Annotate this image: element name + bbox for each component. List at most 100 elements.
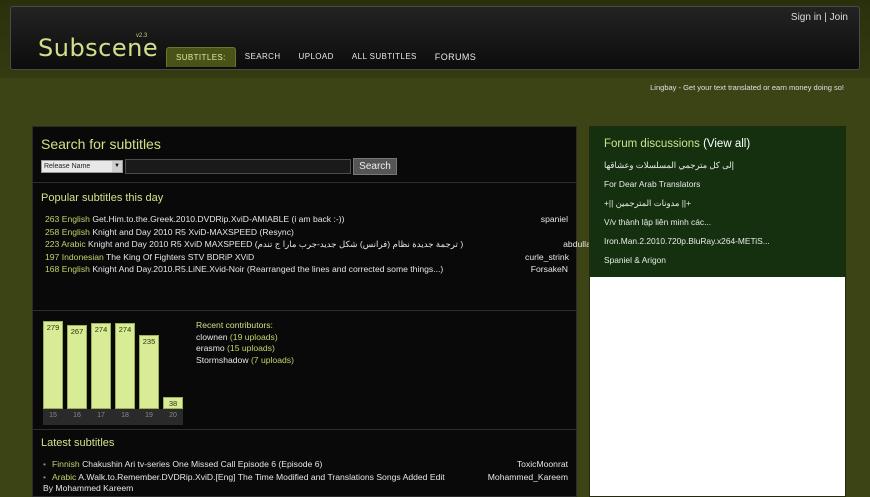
popular-list: 263 English Get.Him.to.the.Greek.2010.DV… <box>45 213 639 288</box>
forum-link-list: إلى كل مترجمي المسلسلات وعشاقها For Dear… <box>604 159 839 273</box>
contributor-item[interactable]: Stormshadow (7 uploads) <box>196 355 294 367</box>
lingbay-ad-link[interactable]: Lingbay - Get your text translated or ea… <box>650 83 844 92</box>
download-count: 223 <box>45 239 60 249</box>
bar-value-label: 38 <box>168 399 178 408</box>
upload-bar <box>115 323 135 409</box>
bar-value-label: 267 <box>70 327 84 336</box>
subtitle-title[interactable]: Knight and Day 2010 R5 XviD-MAXSPEED (Re… <box>92 227 294 237</box>
forum-heading: Forum discussions (View all) <box>604 138 750 150</box>
upload-bar <box>91 323 111 409</box>
forum-thread-link[interactable]: Iron.Man.2.2010.720p.BluRay.x264-METiS..… <box>604 235 839 254</box>
download-count: 258 <box>45 226 60 237</box>
download-count: 197 <box>45 251 60 262</box>
divider <box>33 429 576 430</box>
subtitle-title[interactable]: Get.Him.to.the.Greek.2010.DVDRip.XviD-AM… <box>92 214 344 224</box>
nav-upload[interactable]: UPLOAD <box>290 47 343 67</box>
uploader-link[interactable]: spaniel <box>541 213 568 226</box>
forum-thread-link[interactable]: Spaniel & Arigon <box>604 254 839 273</box>
popular-item[interactable]: 223 Arabic Knight and Day 2010 R5 XviD M… <box>45 238 610 251</box>
day-label: 20 <box>169 412 177 419</box>
forum-panel: Forum discussions (View all) إلى كل مترج… <box>589 126 846 497</box>
day-label: 18 <box>121 412 129 419</box>
subtitle-language[interactable]: English <box>62 264 90 274</box>
nav-search[interactable]: SEARCH <box>236 47 290 67</box>
popular-item[interactable]: 168 English Knight And Day.2010.R5.LiNE.… <box>45 263 568 288</box>
subtitle-title[interactable]: A.Walk.to.Remember.DVDRip.XviD.[Eng] The… <box>43 472 445 493</box>
forum-thread-link[interactable]: For Dear Arab Translators <box>604 178 839 197</box>
subtitle-language[interactable]: English <box>62 214 90 224</box>
latest-heading: Latest subtitles <box>41 437 115 449</box>
bar-value-label: 235 <box>142 337 156 346</box>
popular-item[interactable]: 263 English Get.Him.to.the.Greek.2010.DV… <box>45 213 568 226</box>
day-label: 19 <box>145 412 153 419</box>
account-links: Sign in | Join <box>791 12 848 23</box>
subtitle-title[interactable]: Chakushin Ari tv-series One Missed Call … <box>82 459 322 469</box>
subtitle-title[interactable]: Knight And Day.2010.R5.LiNE.Xvid-Noir (R… <box>92 264 443 274</box>
day-label: 16 <box>73 412 81 419</box>
latest-item[interactable]: • Arabic A.Walk.to.Remember.DVDRip.XviD.[… <box>43 472 568 494</box>
subtitle-language[interactable]: English <box>62 227 90 237</box>
nav-all-subtitles[interactable]: ALL SUBTITLES <box>343 47 426 67</box>
search-type-select[interactable]: Release Name ▼ <box>41 160 123 173</box>
uploader-link[interactable]: curle_strink <box>525 251 569 264</box>
subtitle-language[interactable]: Indonesian <box>62 252 104 262</box>
contributor-name[interactable]: erasmo <box>196 343 225 353</box>
join-link[interactable]: Join <box>830 12 848 23</box>
recent-contributors: Recent contributors: clownen (19 uploads… <box>196 320 294 366</box>
search-panel: Search for subtitles Release Name ▼ Sear… <box>32 126 639 497</box>
search-type-value: Release Name <box>44 163 91 170</box>
view-all-link[interactable]: (View all) <box>703 138 750 150</box>
main-nav: SUBTITLES: SEARCH UPLOAD ALL SUBTITLES F… <box>166 47 485 67</box>
uploader-link[interactable]: ForsakeN <box>531 263 568 276</box>
forum-thread-link[interactable]: V/v thành lập liên minh các... <box>604 216 839 235</box>
forum-thread-link[interactable]: +|| مدونات المترجمين ||+ <box>604 197 839 216</box>
uploader-link[interactable]: Mohammed_Kareem <box>488 472 568 483</box>
contributor-uploads: (15 uploads) <box>227 343 275 353</box>
search-input[interactable] <box>125 159 351 174</box>
forum-heading-label: Forum discussions <box>604 138 700 150</box>
bar-value-label: 274 <box>94 325 108 334</box>
contributor-uploads: (19 uploads) <box>229 331 278 342</box>
subtitle-language[interactable]: Arabic <box>61 239 85 249</box>
download-count: 168 <box>45 264 60 274</box>
popular-item[interactable]: 197 Indonesian The King Of Fighters STV … <box>45 251 569 264</box>
subtitle-language[interactable]: Arabic <box>52 472 76 482</box>
recent-contributors-label: Recent contributors: <box>196 320 273 330</box>
upload-bar <box>67 325 87 409</box>
link-separator: | <box>821 12 830 23</box>
divider <box>33 310 576 311</box>
upload-bar <box>139 335 159 409</box>
subtitle-title[interactable]: Knight and Day 2010 R5 XviD MAXSPEED (تر… <box>88 239 463 249</box>
popular-item[interactable]: 258 English Knight and Day 2010 R5 XviD-… <box>45 226 639 239</box>
nav-subtitles[interactable]: SUBTITLES: <box>166 47 236 67</box>
subtitle-language[interactable]: Finnish <box>52 459 80 469</box>
contributor-name[interactable]: clownen <box>196 332 228 342</box>
subtitle-title[interactable]: The King Of Fighters STV BDRiP XViD <box>106 252 254 262</box>
download-count: 263 <box>45 214 60 224</box>
contributor-uploads: (7 uploads) <box>250 354 294 365</box>
bullet-icon: • <box>43 472 47 482</box>
search-heading: Search for subtitles <box>41 136 161 152</box>
popular-heading: Popular subtitles this day <box>41 192 164 204</box>
search-button[interactable]: Search <box>353 158 397 175</box>
latest-list: • Finnish Chakushin Ari tv-series One Mis… <box>43 459 568 494</box>
bar-value-label: 279 <box>46 323 60 332</box>
sign-in-link[interactable]: Sign in <box>791 12 822 23</box>
forum-discussions: Forum discussions (View all) إلى كل مترج… <box>590 127 845 277</box>
nav-forums[interactable]: FORUMS <box>426 47 485 67</box>
bar-value-label: 274 <box>118 325 132 334</box>
latest-item[interactable]: • Finnish Chakushin Ari tv-series One Mis… <box>43 459 568 472</box>
day-label: 17 <box>97 412 105 419</box>
contributor-item[interactable]: erasmo (15 uploads) <box>196 343 294 355</box>
bullet-icon: • <box>43 459 47 469</box>
divider <box>33 182 576 183</box>
day-label: 15 <box>49 412 57 419</box>
day-labels: 15 16 17 18 19 20 <box>43 409 183 425</box>
upload-bar <box>43 321 63 409</box>
uploader-link[interactable]: ToxicMoonrat <box>517 459 568 470</box>
chevron-down-icon: ▼ <box>112 161 122 172</box>
logo-version: v2.3 <box>136 33 148 39</box>
contributor-name[interactable]: Stormshadow <box>196 355 249 365</box>
contributor-item[interactable]: clownen (19 uploads) <box>196 332 294 344</box>
forum-thread-link[interactable]: إلى كل مترجمي المسلسلات وعشاقها <box>604 159 839 178</box>
